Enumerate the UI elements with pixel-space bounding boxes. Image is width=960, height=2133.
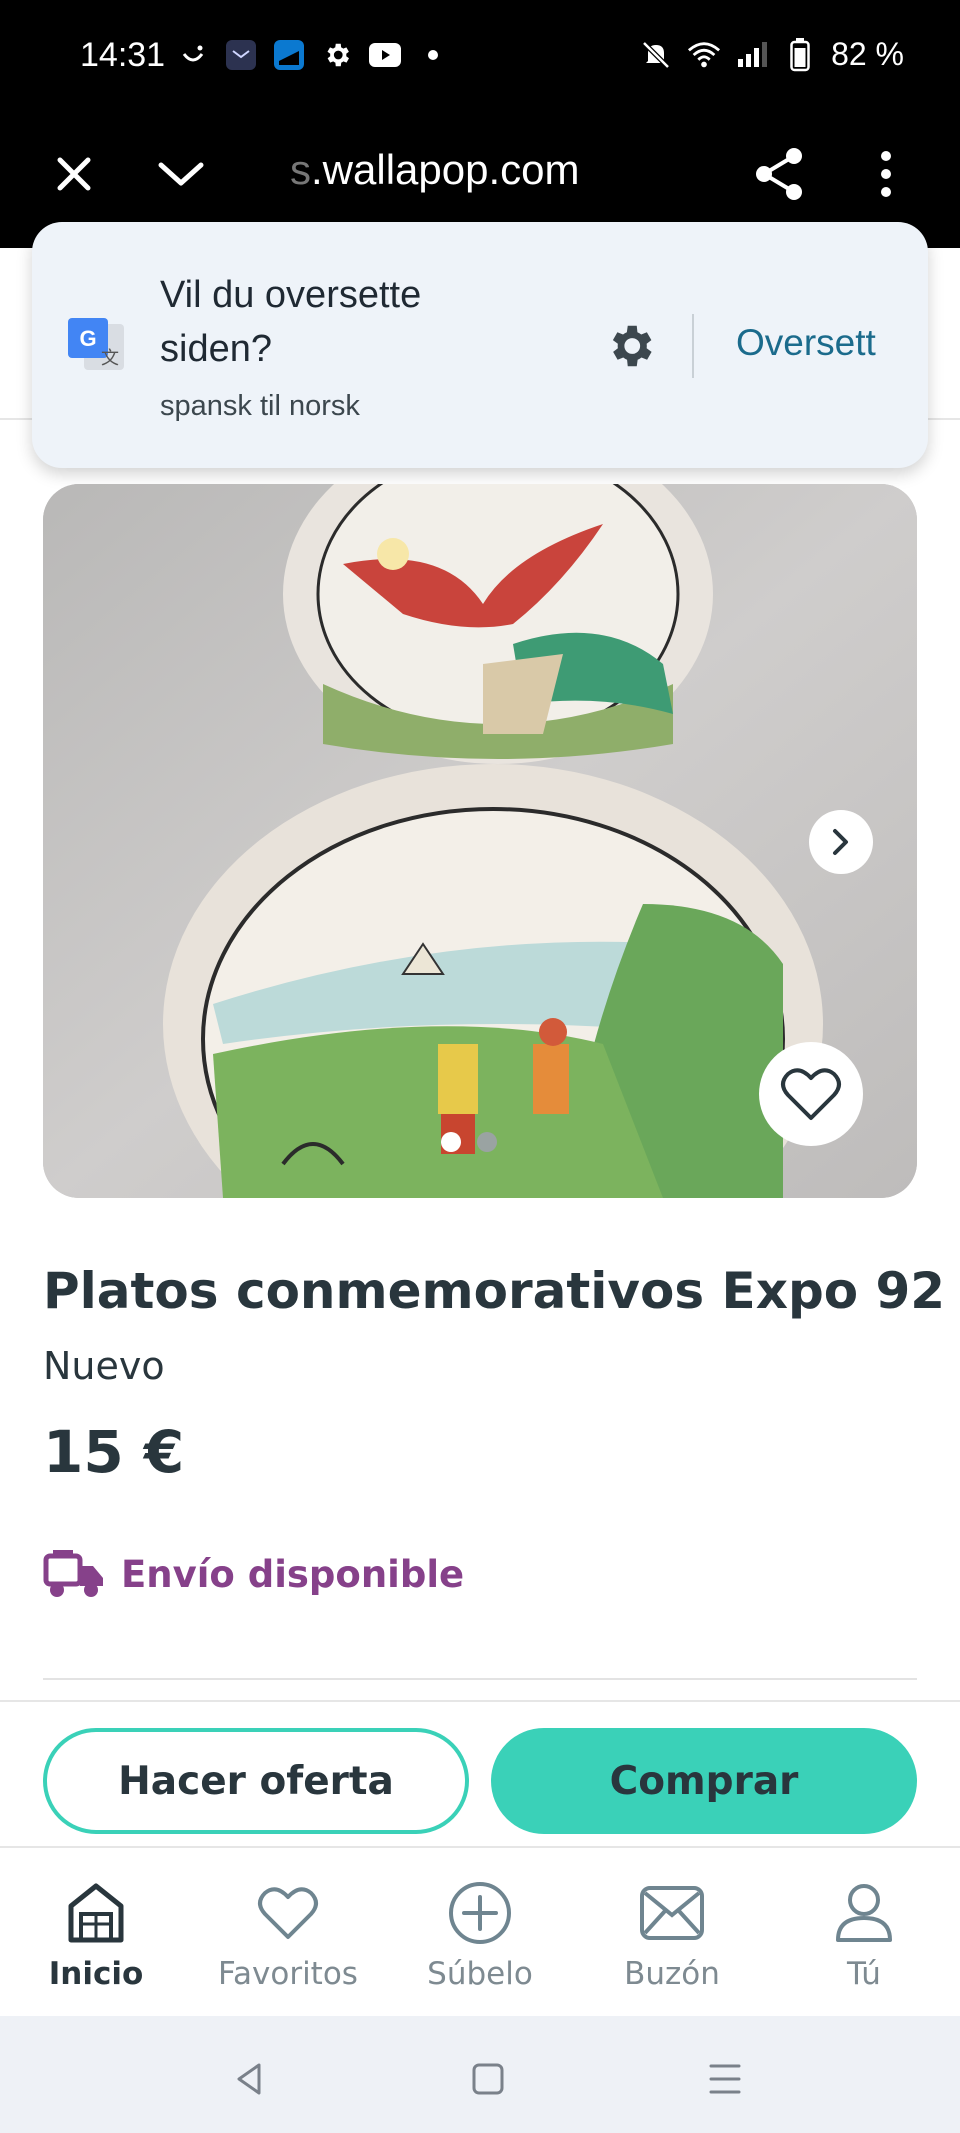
close-tab-button[interactable] [34, 134, 114, 214]
back-button[interactable] [224, 2054, 274, 2104]
smile-icon [176, 38, 210, 72]
product-title: Platos conmemorativos Expo 92 [43, 1262, 946, 1320]
battery-icon [783, 37, 817, 72]
share-icon [756, 148, 802, 200]
nav-label-subelo: Súbelo [427, 1956, 533, 1992]
pagination-dot[interactable] [477, 1132, 497, 1152]
mail-app-icon [224, 38, 258, 72]
heart-icon [253, 1878, 323, 1948]
nav-item-favoritos[interactable]: Favoritos [192, 1878, 384, 2008]
square-icon [472, 2063, 504, 2095]
bottom-navigation: Inicio Favoritos Súbelo Buzón Tú [0, 1846, 960, 2016]
favorite-button[interactable] [759, 1042, 863, 1146]
status-time: 14:31 [80, 36, 166, 74]
user-icon [829, 1878, 899, 1948]
more-vert-icon [881, 151, 891, 197]
chevron-right-icon [833, 829, 848, 855]
product-condition: Nuevo [43, 1344, 165, 1388]
nav-item-subelo[interactable]: Súbelo [384, 1878, 576, 2008]
dot-icon [416, 38, 450, 72]
url-bar[interactable]: s.wallapop.com [290, 146, 579, 194]
share-button[interactable] [739, 134, 819, 214]
buy-button[interactable]: Comprar [491, 1728, 917, 1834]
nav-label-inicio: Inicio [48, 1956, 144, 1992]
home-system-button[interactable] [463, 2054, 513, 2104]
gear-icon [612, 325, 652, 367]
url-faded: s [290, 146, 311, 193]
svg-text:文: 文 [101, 348, 119, 369]
signal-icon [735, 38, 769, 72]
expand-button[interactable] [141, 134, 221, 214]
menu-lines-icon [709, 2064, 741, 2094]
product-image[interactable] [43, 484, 917, 1198]
battery-percent: 82 % [831, 36, 904, 72]
wifi-icon [687, 38, 721, 72]
pagination-dot-active[interactable] [441, 1132, 461, 1152]
youtube-icon [368, 38, 402, 72]
recents-button[interactable] [700, 2054, 750, 2104]
translate-title: Vil du oversette siden? [160, 274, 422, 370]
shipping-label: Envío disponible [121, 1552, 465, 1596]
translate-prompt: G 文 Vil du oversette siden? spansk til n… [32, 222, 928, 468]
google-translate-icon: G 文 [66, 314, 126, 374]
system-navigation [0, 2016, 960, 2133]
nav-label-favoritos: Favoritos [218, 1956, 358, 1992]
nav-label-buzon: Buzón [624, 1956, 720, 1992]
translate-separator [692, 314, 694, 378]
nav-item-tu[interactable]: Tú [768, 1878, 960, 2008]
home-icon [61, 1878, 131, 1948]
make-offer-button[interactable]: Hacer oferta [43, 1728, 469, 1834]
action-bar: Hacer oferta Comprar [0, 1700, 960, 1848]
product-price: 15 € [43, 1418, 185, 1486]
info-divider [43, 1678, 917, 1680]
heart-icon [781, 1068, 841, 1120]
nav-item-buzon[interactable]: Buzón [576, 1878, 768, 2008]
app-icon [272, 38, 306, 72]
notification-icons [176, 38, 450, 72]
url-text: .wallapop.com [311, 146, 580, 193]
svg-text:G: G [79, 326, 96, 351]
back-icon [237, 2063, 261, 2095]
next-image-button[interactable] [809, 810, 873, 874]
status-bar: 14:31 82 % [0, 0, 960, 110]
mail-icon [637, 1878, 707, 1948]
system-icons: 82 % [639, 36, 904, 73]
nav-label-tu: Tú [847, 1956, 881, 1992]
chevron-down-icon [158, 162, 204, 186]
mute-icon [639, 38, 673, 72]
truck-icon [43, 1550, 103, 1597]
translate-languages: spansk til norsk [160, 390, 360, 422]
plus-circle-icon [445, 1878, 515, 1948]
shipping-info: Envío disponible [43, 1548, 464, 1600]
translate-button[interactable]: Oversett [736, 322, 876, 364]
nav-item-inicio[interactable]: Inicio [0, 1878, 192, 2008]
image-pagination [441, 1132, 497, 1152]
translate-settings-button[interactable] [598, 314, 662, 378]
more-options-button[interactable] [846, 134, 926, 214]
gear-icon [320, 38, 354, 72]
close-icon [57, 157, 91, 191]
